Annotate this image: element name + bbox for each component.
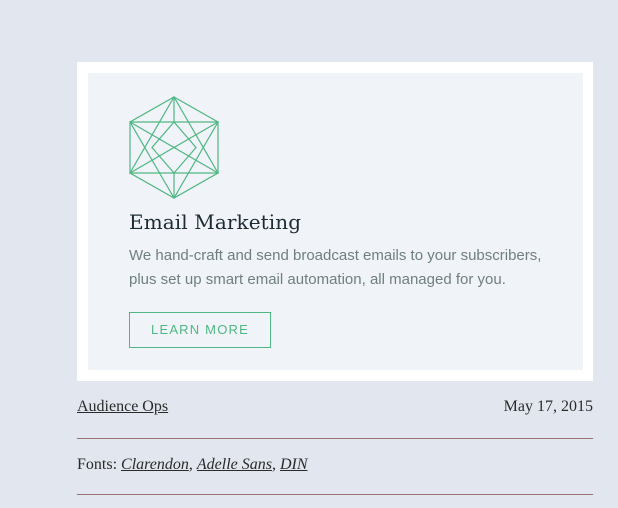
card-frame: Email Marketing We hand-craft and send b… bbox=[77, 62, 593, 381]
card-title: Email Marketing bbox=[129, 210, 302, 234]
fonts-label: Fonts: bbox=[77, 456, 118, 473]
fonts-row: Fonts: Clarendon, Adelle Sans, DIN bbox=[77, 456, 593, 495]
font-separator: , bbox=[188, 456, 193, 473]
font-link-clarendon[interactable]: Clarendon bbox=[121, 456, 189, 473]
font-link-din[interactable]: DIN bbox=[280, 456, 308, 473]
post-date: May 17, 2015 bbox=[503, 398, 593, 415]
hexagon-logo-icon bbox=[129, 96, 219, 199]
font-separator: , bbox=[271, 456, 276, 473]
post-meta-row: Audience Ops May 17, 2015 bbox=[77, 398, 593, 439]
card-description: We hand-craft and send broadcast emails … bbox=[129, 247, 542, 288]
email-marketing-card: Email Marketing We hand-craft and send b… bbox=[88, 73, 583, 370]
author-link[interactable]: Audience Ops bbox=[77, 398, 168, 416]
fonts-line: Fonts: Clarendon, Adelle Sans, DIN bbox=[77, 456, 308, 474]
learn-more-button[interactable]: LEARN MORE bbox=[129, 312, 271, 348]
font-link-adelle-sans[interactable]: Adelle Sans bbox=[197, 456, 272, 473]
